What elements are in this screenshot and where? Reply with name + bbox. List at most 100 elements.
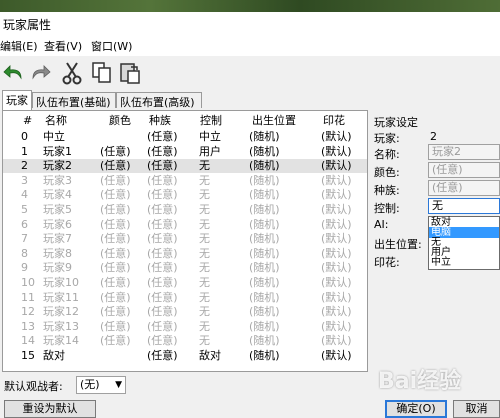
cell-num: 4 [21, 188, 28, 202]
cell-color: (任意) [100, 173, 131, 187]
cell-control: 无 [199, 188, 210, 202]
cell-race: (任意) [147, 173, 178, 187]
table-row[interactable]: 14 玩家14 (任意) (任意) 无 (随机) (默认) [3, 334, 367, 348]
cell-decal: (默认) [321, 276, 352, 289]
settings-heading: 玩家设定 [374, 116, 418, 129]
undo-icon[interactable] [2, 61, 26, 85]
table-row[interactable]: 15 敌对 (任意) 敌对 (随机) (默认) [3, 349, 367, 363]
control-select[interactable]: 无 [428, 198, 500, 214]
cell-control: 无 [199, 246, 210, 260]
header-num[interactable]: # [23, 114, 32, 128]
cell-color: (任意) [100, 188, 131, 202]
cell-decal: (默认) [321, 232, 352, 246]
table-row[interactable]: 5 玩家5 (任意) (任意) 无 (随机) (默认) [3, 203, 367, 217]
cell-start: (随机) [249, 319, 280, 333]
start-label: 出生位置: [374, 238, 422, 251]
cell-race: (任意) [147, 305, 178, 319]
menu-edit[interactable]: 编辑(E) [0, 38, 38, 54]
player-list[interactable]: # 名称 颜色 种族 控制 出生位置 印花 0 中立 (任意) 中立 (随机) (默认) 1… [2, 110, 368, 372]
table-row[interactable]: 1 玩家1 (任意) (任意) 用户 (随机) (默认) [3, 145, 367, 159]
header-start[interactable]: 出生位置 [252, 114, 296, 128]
cell-num: 10 [21, 276, 35, 289]
table-row[interactable]: 2 玩家2 (任意) (任意) 无 (随机) (默认) [3, 159, 367, 174]
menu-window[interactable]: 窗口(W) [91, 38, 132, 54]
cell-start: (随机) [249, 232, 280, 246]
redo-icon[interactable] [28, 61, 52, 85]
copy-icon[interactable] [90, 61, 114, 85]
race-select[interactable]: (任意) [428, 180, 500, 196]
cell-race: (任意) [147, 203, 178, 216]
cell-color: (任意) [100, 159, 131, 173]
table-row[interactable]: 12 玩家12 (任意) (任意) 无 (随机) (默认) [3, 305, 367, 319]
cell-start: (随机) [249, 188, 280, 202]
table-row[interactable]: 10 玩家10 (任意) (任意) 无 (随机) (默认) [3, 276, 367, 290]
cell-race: (任意) [147, 217, 178, 231]
tab-bar: 玩家 队伍布置(基础) 队伍布置(高级) [0, 90, 370, 110]
cell-control: 无 [199, 203, 210, 216]
header-control[interactable]: 控制 [200, 114, 222, 128]
player-value: 2 [430, 130, 437, 143]
name-field[interactable]: 玩家2 [428, 144, 500, 160]
observer-select[interactable]: (无) ▼ [76, 376, 126, 394]
color-select[interactable]: (任意) [428, 162, 500, 178]
cell-decal: (默认) [321, 144, 352, 158]
ok-button[interactable]: 确定(O) [385, 400, 447, 418]
cell-race: (任意) [147, 246, 178, 260]
cell-start: (随机) [249, 290, 280, 304]
cell-control: 无 [199, 305, 210, 319]
control-option-neutral[interactable]: 中立 [429, 257, 499, 268]
reset-default-button[interactable]: 重设为默认 [4, 400, 96, 418]
tab-team-basic[interactable]: 队伍布置(基础) [32, 92, 116, 109]
header-color[interactable]: 颜色 [109, 114, 131, 128]
header-decal[interactable]: 印花 [323, 114, 345, 128]
table-row[interactable]: 4 玩家4 (任意) (任意) 无 (随机) (默认) [3, 188, 367, 202]
cell-num: 6 [21, 217, 28, 231]
menu-view[interactable]: 查看(V) [44, 38, 82, 54]
cell-start: (随机) [249, 130, 280, 143]
cut-icon[interactable] [60, 61, 84, 85]
cell-start: (随机) [249, 144, 280, 158]
cell-decal: (默认) [321, 203, 352, 216]
cell-name: 玩家12 [43, 305, 79, 319]
tab-team-advanced[interactable]: 队伍布置(高级) [116, 92, 202, 109]
cell-decal: (默认) [321, 334, 352, 348]
cell-num: 14 [21, 334, 35, 348]
cell-control: 无 [199, 173, 210, 187]
cell-name: 玩家8 [43, 246, 72, 260]
paste-icon[interactable] [118, 61, 142, 85]
cell-decal: (默认) [321, 188, 352, 202]
cell-start: (随机) [249, 203, 280, 216]
cell-control: 无 [199, 334, 210, 348]
header-name[interactable]: 名称 [45, 114, 67, 128]
cell-start: (随机) [249, 261, 280, 275]
cell-start: (随机) [249, 334, 280, 348]
cell-color: (任意) [100, 246, 131, 260]
table-row[interactable]: 8 玩家8 (任意) (任意) 无 (随机) (默认) [3, 247, 367, 261]
cell-race: (任意) [147, 276, 178, 289]
player-label: 玩家: [374, 132, 400, 145]
cell-color: (任意) [100, 232, 131, 246]
cell-num: 2 [21, 159, 28, 173]
table-row[interactable]: 13 玩家13 (任意) (任意) 无 (随机) (默认) [3, 320, 367, 334]
table-row[interactable]: 6 玩家6 (任意) (任意) 无 (随机) (默认) [3, 218, 367, 232]
cell-race: (任意) [147, 232, 178, 246]
tab-players[interactable]: 玩家 [2, 90, 32, 110]
table-row[interactable]: 7 玩家7 (任意) (任意) 无 (随机) (默认) [3, 232, 367, 246]
table-row[interactable]: 9 玩家9 (任意) (任意) 无 (随机) (默认) [3, 261, 367, 275]
table-row[interactable]: 3 玩家3 (任意) (任意) 无 (随机) (默认) [3, 174, 367, 188]
control-dropdown-list[interactable]: 敌对 电脑 无 用户 中立 [428, 216, 500, 270]
cancel-button[interactable]: 取消 [453, 400, 500, 418]
cell-num: 12 [21, 305, 35, 319]
cell-num: 0 [21, 130, 28, 143]
cell-decal: (默认) [321, 261, 352, 275]
table-row[interactable]: 11 玩家11 (任意) (任意) 无 (随机) (默认) [3, 291, 367, 305]
race-label: 种族: [374, 184, 400, 197]
cell-num: 7 [21, 232, 28, 246]
cell-num: 3 [21, 173, 28, 187]
cell-race: (任意) [147, 261, 178, 275]
header-race[interactable]: 种族 [149, 114, 171, 128]
cell-num: 5 [21, 203, 28, 216]
cell-name: 玩家13 [43, 319, 79, 333]
table-row[interactable]: 0 中立 (任意) 中立 (随机) (默认) [3, 130, 367, 144]
cell-color: (任意) [100, 261, 131, 275]
